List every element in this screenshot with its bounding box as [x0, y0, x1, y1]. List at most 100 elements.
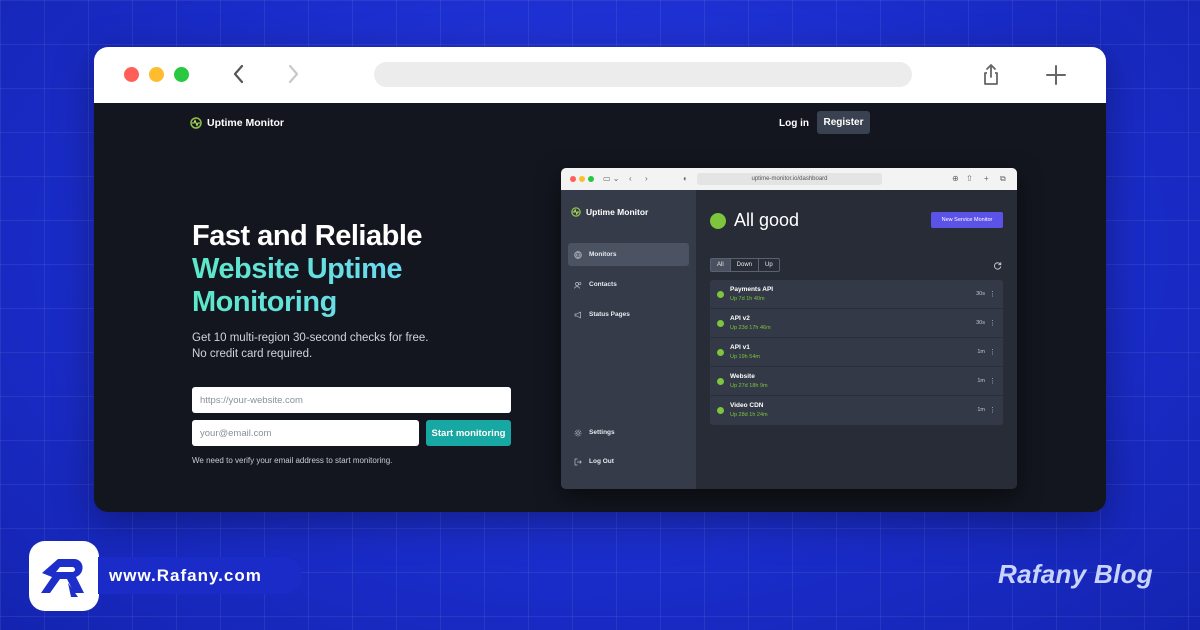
monitor-status-dot	[717, 320, 724, 327]
hero-subtitle-line1: Get 10 multi-region 30-second checks for…	[192, 332, 429, 344]
forward-arrow-icon[interactable]	[281, 61, 305, 87]
sidebar-item-logout[interactable]: Log Out	[568, 450, 689, 473]
preview-url-bar: uptime-monitor.io/dashboard	[697, 173, 882, 185]
preview-back-icon: ‹	[629, 174, 632, 183]
preview-maximize-dot	[588, 176, 594, 182]
login-link[interactable]: Log in	[779, 118, 809, 129]
minimize-window-button[interactable]	[149, 67, 164, 82]
sidebar-logout-label: Log Out	[589, 458, 614, 465]
sidebar-item-settings[interactable]: Settings	[568, 421, 689, 444]
overall-status: All good	[710, 210, 799, 231]
new-tab-plus-icon[interactable]	[1044, 62, 1068, 88]
maximize-window-button[interactable]	[174, 67, 189, 82]
overall-status-text: All good	[734, 210, 800, 230]
landing-page: Uptime Monitor Log in Register Fast and …	[94, 103, 1106, 512]
monitor-interval: 1m	[977, 349, 985, 355]
preview-close-dot	[570, 176, 576, 182]
preview-sidebar: Uptime Monitor Monitors Contacts Status …	[561, 190, 696, 489]
monitor-interval: 30s	[976, 291, 985, 297]
monitor-name: Video CDN	[730, 402, 764, 409]
sidebar-item-contacts[interactable]: Contacts	[568, 273, 689, 296]
new-service-monitor-button[interactable]: New Service Monitor	[931, 212, 1003, 228]
monitor-row[interactable]: Payments API Up 7d 1h 40m 30s ⋮	[710, 280, 1003, 309]
monitor-uptime: Up 28d 1h 24m	[730, 412, 768, 418]
sidebar-item-label: Contacts	[589, 281, 617, 288]
preview-shield-icon: ◐	[683, 174, 688, 183]
brand-url-text: www.Rafany.com	[109, 565, 262, 585]
hero-subtitle: Get 10 multi-region 30-second checks for…	[192, 330, 429, 362]
monitor-status-dot	[717, 349, 724, 356]
hero-title-line3: Monitoring	[192, 286, 422, 319]
monitor-row[interactable]: API v2 Up 23d 17h 46m 30s ⋮	[710, 309, 1003, 338]
register-button[interactable]: Register	[817, 111, 870, 134]
preview-share-icon: ⇧	[966, 174, 973, 183]
more-options-icon[interactable]: ⋮	[989, 377, 996, 385]
globe-icon	[574, 250, 582, 259]
more-options-icon[interactable]: ⋮	[989, 319, 996, 327]
monitor-name: Website	[730, 373, 755, 380]
filter-down[interactable]: Down	[731, 259, 760, 271]
site-logo[interactable]: Uptime Monitor	[190, 117, 284, 129]
monitor-filter-group: All Down Up	[710, 258, 780, 272]
gear-icon	[574, 429, 582, 436]
email-input[interactable]	[192, 420, 419, 446]
logout-icon	[574, 458, 582, 465]
hero-title-line2: Website Uptime	[192, 253, 422, 286]
site-logo-text: Uptime Monitor	[207, 117, 284, 129]
preview-browser-toolbar: ▭ ⌄ ‹ › ◐ uptime-monitor.io/dashboard ⊕ …	[561, 168, 1017, 190]
sidebar-item-status-pages[interactable]: Status Pages	[568, 303, 689, 326]
sidebar-item-label: Status Pages	[589, 311, 630, 318]
more-options-icon[interactable]: ⋮	[989, 406, 996, 414]
preview-sidebar-icon: ▭ ⌄	[603, 174, 620, 183]
more-options-icon[interactable]: ⋮	[989, 348, 996, 356]
monitor-interval: 1m	[977, 378, 985, 384]
rafany-logo	[29, 541, 99, 611]
preview-logo-icon	[571, 207, 581, 217]
preview-download-icon: ⊕	[952, 174, 959, 183]
preview-main: All good New Service Monitor All Down Up…	[696, 190, 1017, 489]
monitor-status-dot	[717, 407, 724, 414]
preview-url-text: uptime-monitor.io/dashboard	[751, 176, 828, 182]
preview-minimize-dot	[579, 176, 585, 182]
monitor-uptime: Up 23d 17h 46m	[730, 325, 771, 331]
status-dot	[710, 212, 726, 229]
preview-tabs-icon: ⧉	[1000, 174, 1006, 183]
sidebar-item-label: Monitors	[589, 251, 617, 258]
megaphone-icon	[574, 311, 581, 318]
monitor-status-dot	[717, 378, 724, 385]
start-monitoring-button[interactable]: Start monitoring	[426, 420, 511, 446]
contacts-icon	[574, 281, 582, 289]
monitor-name: Payments API	[730, 286, 774, 293]
monitor-status-dot	[717, 291, 724, 298]
monitor-interval: 30s	[976, 320, 985, 326]
monitor-uptime: Up 19h 54m	[730, 354, 760, 360]
preview-logo: Uptime Monitor	[571, 207, 648, 217]
monitor-list: Payments API Up 7d 1h 40m 30s ⋮ API v2 U…	[710, 280, 1003, 425]
filter-up[interactable]: Up	[759, 259, 779, 271]
close-window-button[interactable]	[124, 67, 139, 82]
preview-forward-icon: ›	[645, 174, 648, 183]
monitor-row[interactable]: Website Up 27d 18h 9m 1m ⋮	[710, 367, 1003, 396]
hero-title: Fast and Reliable Website Uptime Monitor…	[192, 220, 423, 319]
dashboard-preview: ▭ ⌄ ‹ › ◐ uptime-monitor.io/dashboard ⊕ …	[561, 168, 1017, 489]
address-bar[interactable]	[374, 62, 912, 87]
browser-toolbar	[94, 47, 1106, 103]
monitor-uptime: Up 7d 1h 40m	[730, 296, 765, 302]
hero-subtitle-line2: No credit card required.	[192, 348, 313, 360]
share-icon[interactable]	[979, 62, 1003, 88]
sidebar-item-monitors[interactable]: Monitors	[568, 243, 689, 266]
rafany-logo-icon	[41, 559, 84, 597]
sidebar-settings-label: Settings	[589, 429, 615, 436]
website-url-input[interactable]	[192, 387, 511, 413]
refresh-icon[interactable]	[993, 261, 1002, 270]
preview-plus-icon: +	[984, 174, 989, 183]
monitor-row[interactable]: Video CDN Up 28d 1h 24m 1m ⋮	[710, 396, 1003, 425]
monitor-row[interactable]: API v1 Up 19h 54m 1m ⋮	[710, 338, 1003, 367]
filter-all[interactable]: All	[711, 259, 731, 271]
uptime-logo-icon	[190, 117, 202, 129]
hero-title-line1: Fast and Reliable	[192, 220, 423, 252]
brand-url[interactable]: www.Rafany.com	[98, 557, 302, 594]
monitor-name: API v1	[730, 344, 750, 351]
back-arrow-icon[interactable]	[227, 61, 251, 87]
more-options-icon[interactable]: ⋮	[989, 290, 996, 298]
